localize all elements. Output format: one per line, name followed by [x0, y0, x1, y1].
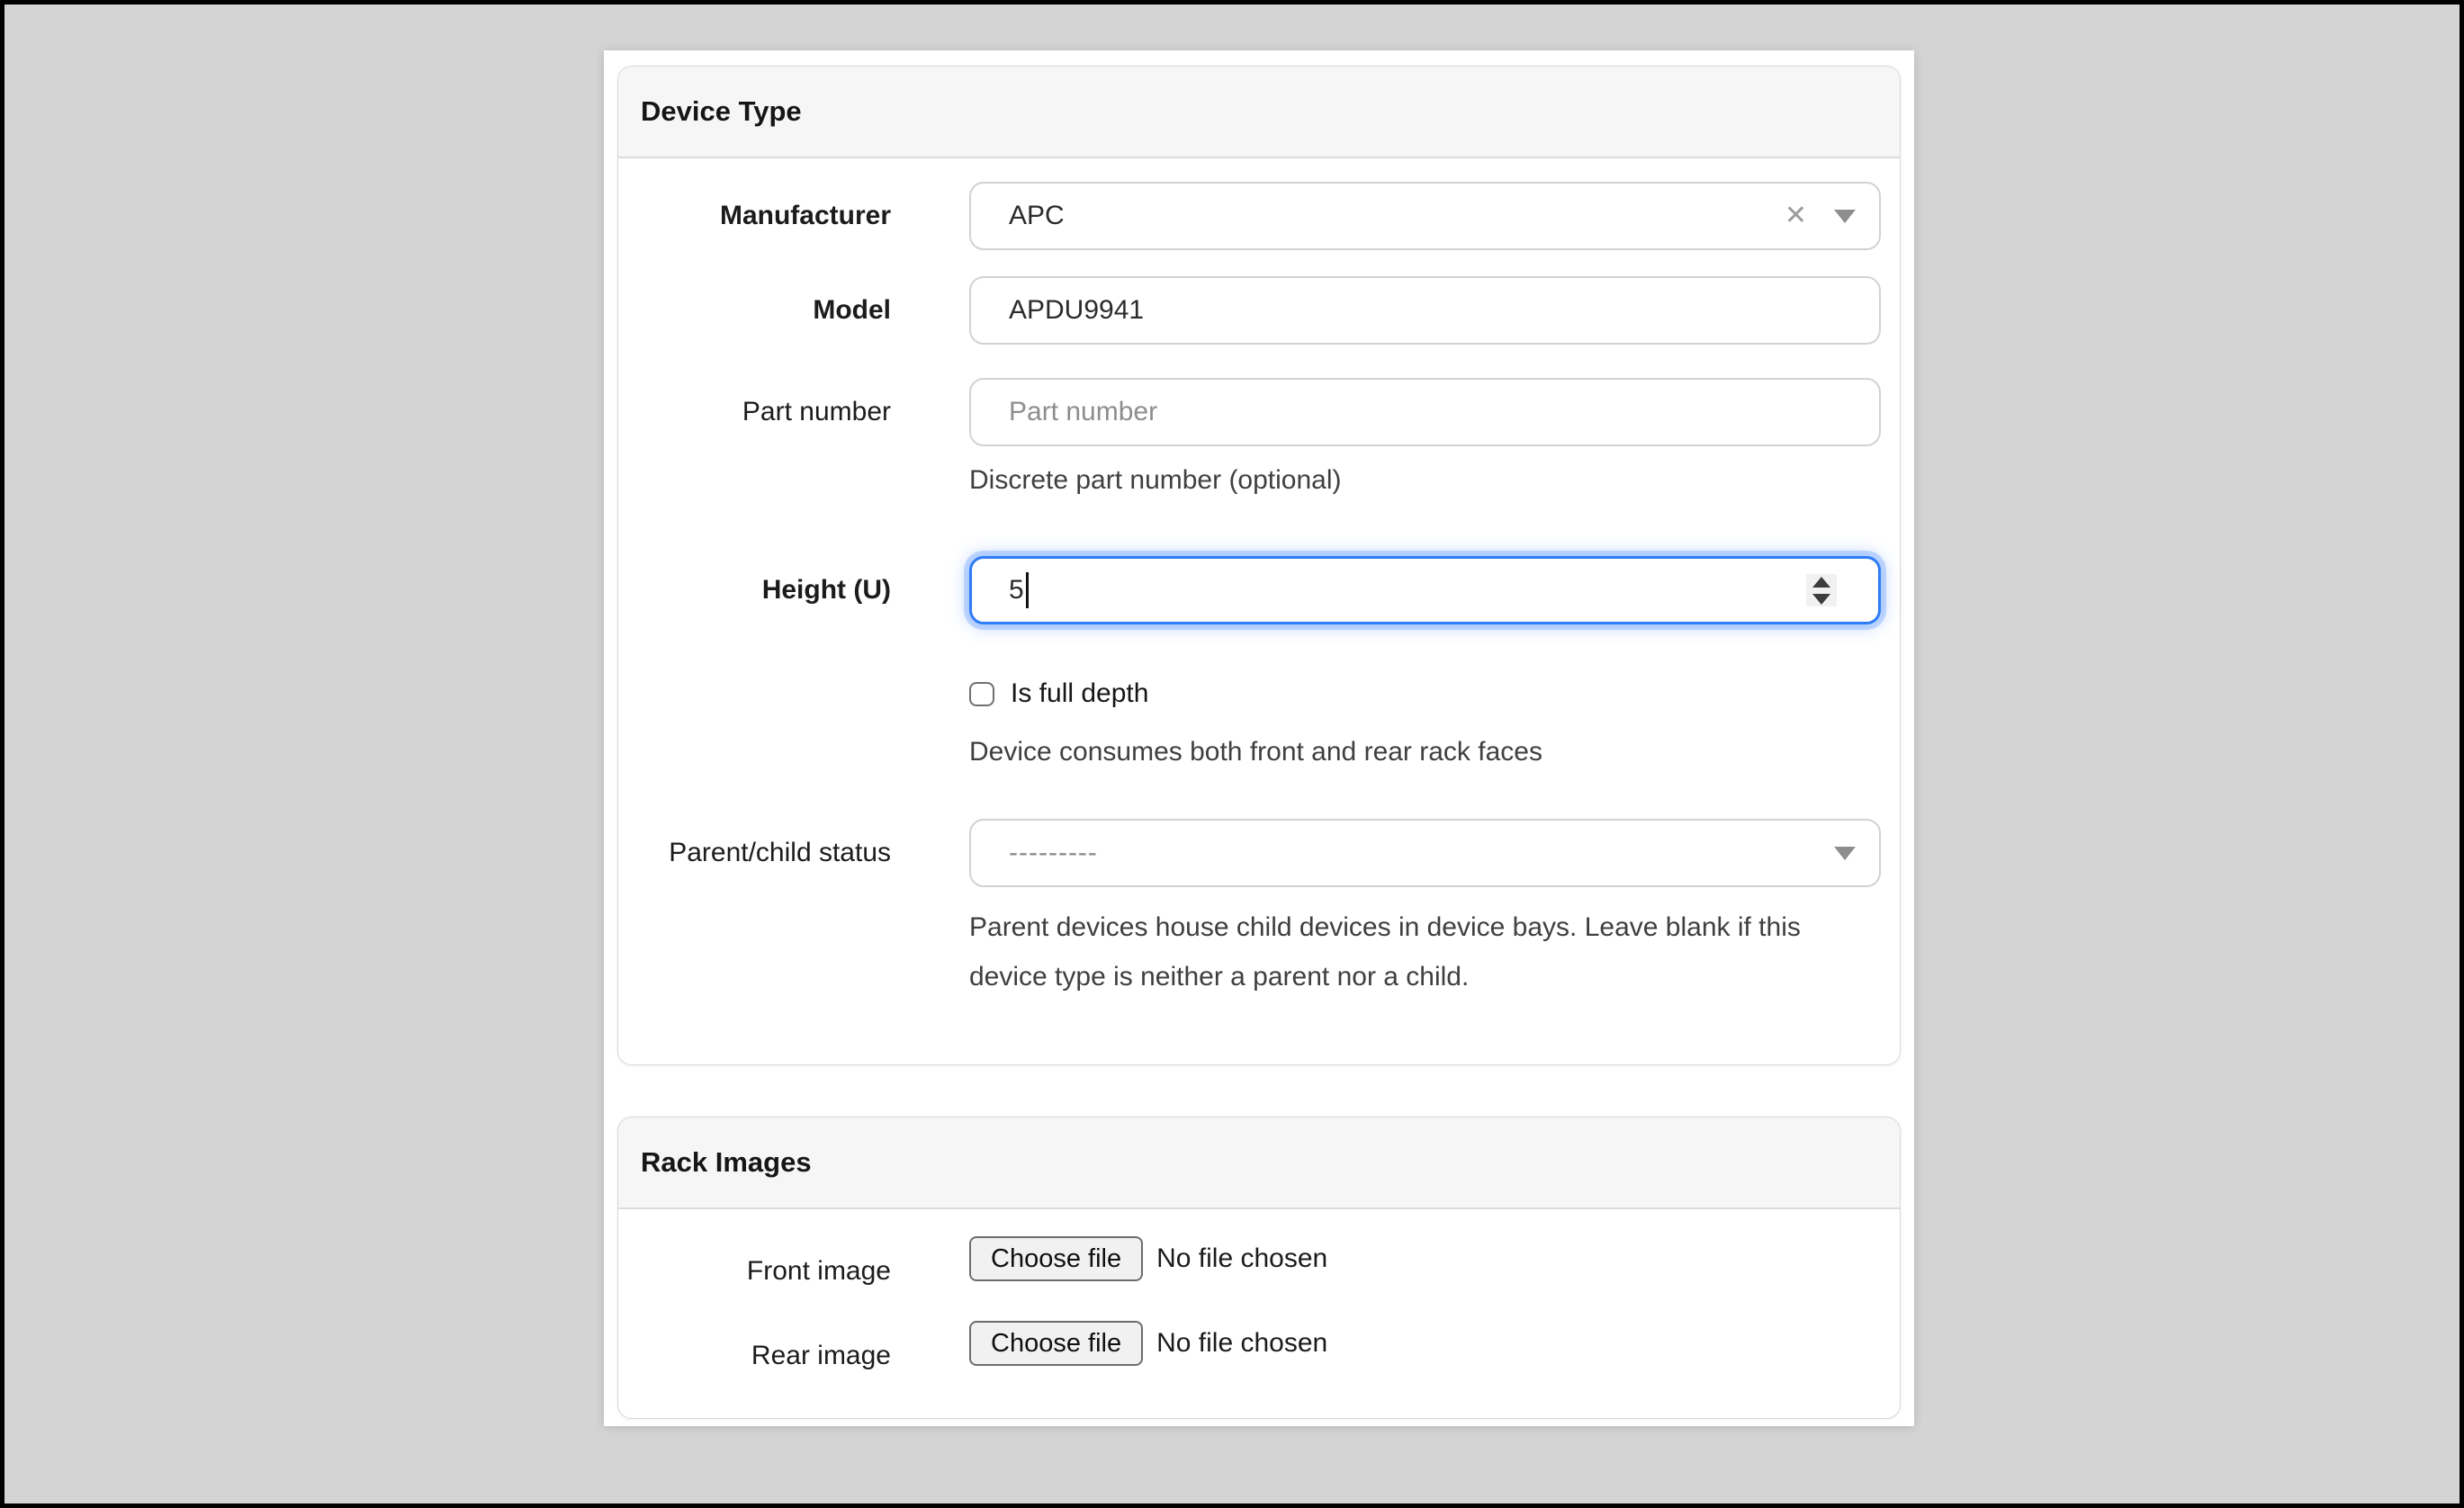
height-label: Height (U): [646, 556, 891, 624]
rear-image-row: Rear image Choose file No file chosen: [646, 1321, 1880, 1366]
spinner-up-icon[interactable]: [1812, 577, 1830, 588]
device-type-card-title: Device Type: [641, 95, 802, 128]
full-depth-help-text: Device consumes both front and rear rack…: [969, 732, 1881, 772]
front-image-file-status: No file chosen: [1156, 1243, 1327, 1274]
part-number-input[interactable]: [969, 378, 1881, 446]
device-type-card-body: Manufacturer APC ✕ Model Part number: [618, 158, 1900, 1064]
rear-image-file-input: Choose file No file chosen: [969, 1321, 1881, 1366]
chevron-down-icon[interactable]: [1834, 210, 1856, 223]
front-image-row: Front image Choose file No file chosen: [646, 1236, 1880, 1281]
rack-images-card-body: Front image Choose file No file chosen R…: [618, 1209, 1900, 1418]
content-panel: Device Type Manufacturer APC ✕ Model: [604, 50, 1914, 1426]
full-depth-checkbox[interactable]: [969, 682, 994, 706]
full-depth-check-group: Is full depth: [969, 678, 1881, 709]
model-label: Model: [646, 276, 891, 345]
manufacturer-label: Manufacturer: [646, 182, 891, 250]
manufacturer-selected-value: APC: [1009, 201, 1785, 231]
rack-images-card-title: Rack Images: [641, 1146, 812, 1179]
manufacturer-row: Manufacturer APC ✕: [646, 182, 1880, 250]
parent-child-field-group: --------- Parent devices house child dev…: [969, 819, 1881, 1001]
model-row: Model: [646, 276, 1880, 345]
height-input[interactable]: 5: [969, 556, 1881, 624]
device-type-card: Device Type Manufacturer APC ✕ Model: [617, 66, 1901, 1065]
part-number-label: Part number: [646, 378, 891, 446]
number-spinner[interactable]: [1806, 574, 1837, 606]
parent-child-help-text: Parent devices house child devices in de…: [969, 902, 1881, 1001]
rear-image-file-status: No file chosen: [1156, 1328, 1327, 1359]
rack-images-card: Rack Images Front image Choose file No f…: [617, 1117, 1901, 1419]
model-input[interactable]: [969, 276, 1881, 345]
full-depth-row: Is full depth: [646, 678, 1880, 709]
clear-selection-icon[interactable]: ✕: [1785, 202, 1807, 229]
height-input-value: 5: [1009, 575, 1024, 606]
part-number-field-group: Discrete part number (optional): [969, 378, 1881, 500]
height-row: Height (U) 5: [646, 556, 1880, 624]
part-number-row: Part number Discrete part number (option…: [646, 378, 1880, 500]
parent-child-selected-value: ---------: [1009, 838, 1834, 868]
full-depth-checkbox-label: Is full depth: [1011, 678, 1148, 709]
chevron-down-icon[interactable]: [1834, 847, 1856, 860]
spinner-down-icon[interactable]: [1812, 594, 1830, 605]
rear-image-choose-file-button[interactable]: Choose file: [969, 1321, 1143, 1366]
rack-images-card-header: Rack Images: [618, 1118, 1900, 1209]
full-depth-help-row: Device consumes both front and rear rack…: [646, 732, 1880, 772]
part-number-help-text: Discrete part number (optional): [969, 461, 1881, 500]
front-image-choose-file-button[interactable]: Choose file: [969, 1236, 1143, 1281]
text-cursor: [1026, 572, 1029, 608]
parent-child-label: Parent/child status: [646, 819, 891, 887]
manufacturer-select[interactable]: APC ✕: [969, 182, 1881, 250]
device-type-card-header: Device Type: [618, 67, 1900, 158]
parent-child-row: Parent/child status --------- Parent dev…: [646, 819, 1880, 1001]
front-image-file-input: Choose file No file chosen: [969, 1236, 1881, 1281]
rear-image-label: Rear image: [646, 1333, 891, 1378]
screen-background: Device Type Manufacturer APC ✕ Model: [0, 0, 2464, 1508]
front-image-label: Front image: [646, 1249, 891, 1294]
parent-child-select[interactable]: ---------: [969, 819, 1881, 887]
